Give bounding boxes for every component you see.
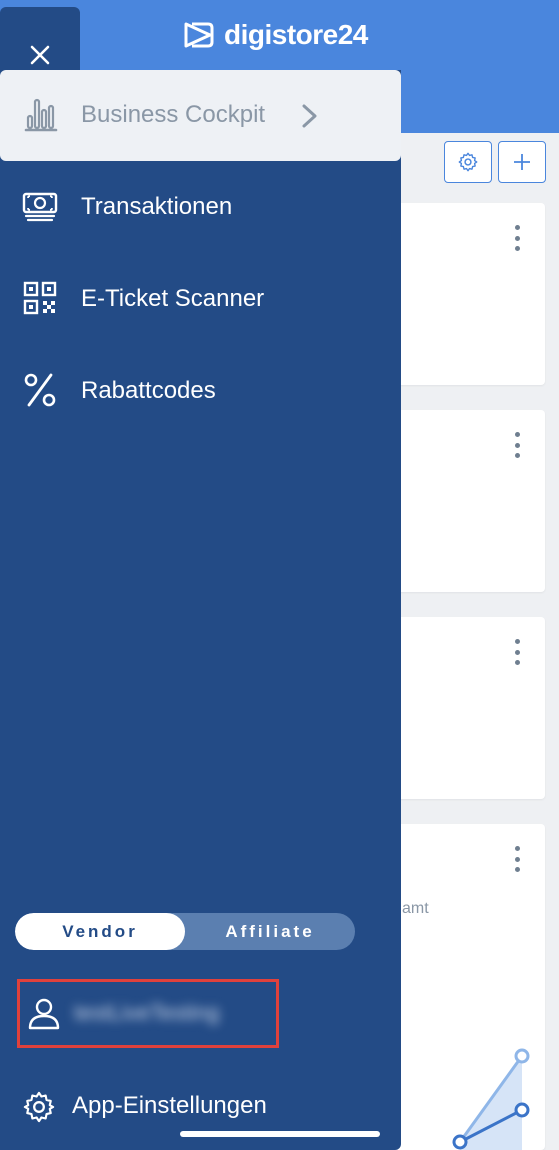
menu-item-label: Business Cockpit [81, 101, 266, 128]
dashboard-card [380, 617, 545, 799]
more-options-icon[interactable] [513, 225, 521, 251]
brand-logo: digistore24 [182, 18, 368, 52]
menu-item-label: Transaktionen [81, 193, 233, 220]
close-icon [30, 45, 50, 65]
app-settings-label: App-Einstellungen [72, 1092, 267, 1119]
role-toggle[interactable]: Vendor Affiliate [15, 913, 355, 950]
menu-item-label: E-Ticket Scanner [81, 285, 265, 312]
add-button[interactable] [498, 141, 546, 183]
user-name: testLiveTesting [74, 1000, 220, 1025]
role-option-affiliate[interactable]: Affiliate [185, 913, 355, 950]
plus-icon [514, 154, 530, 170]
user-icon [28, 998, 60, 1030]
drawer-close-tab [0, 7, 80, 77]
menu-item-rabattcodes[interactable]: Rabattcodes [0, 355, 401, 425]
more-options-icon[interactable] [513, 432, 521, 458]
more-options-icon[interactable] [513, 846, 521, 872]
home-indicator[interactable] [180, 1131, 380, 1137]
menu-item-label: Rabattcodes [81, 377, 216, 404]
brand-name: digistore24 [224, 19, 368, 50]
menu-item-business-cockpit[interactable]: Business Cockpit [0, 70, 401, 161]
digistore-logo-icon [184, 22, 214, 48]
bar-chart-icon [24, 98, 58, 132]
gear-icon [458, 152, 478, 172]
gear-icon [23, 1091, 55, 1123]
card-caption: amt [402, 900, 429, 917]
percent-icon [24, 373, 56, 407]
role-option-vendor[interactable]: Vendor [15, 913, 185, 950]
more-options-icon[interactable] [513, 639, 521, 665]
qr-code-icon [23, 281, 57, 315]
app-settings-item[interactable]: App-Einstellungen [0, 1080, 401, 1130]
menu-item-e-ticket-scanner[interactable]: E-Ticket Scanner [0, 263, 401, 333]
settings-button[interactable] [444, 141, 492, 183]
chevron-right-icon [302, 104, 317, 128]
dashboard-card [380, 410, 545, 592]
mini-line-chart [452, 1048, 530, 1150]
user-account-row[interactable]: testLiveTesting [17, 979, 279, 1048]
menu-item-transaktionen[interactable]: Transaktionen [0, 171, 401, 241]
money-icon [22, 192, 58, 222]
dashboard-card [380, 203, 545, 385]
